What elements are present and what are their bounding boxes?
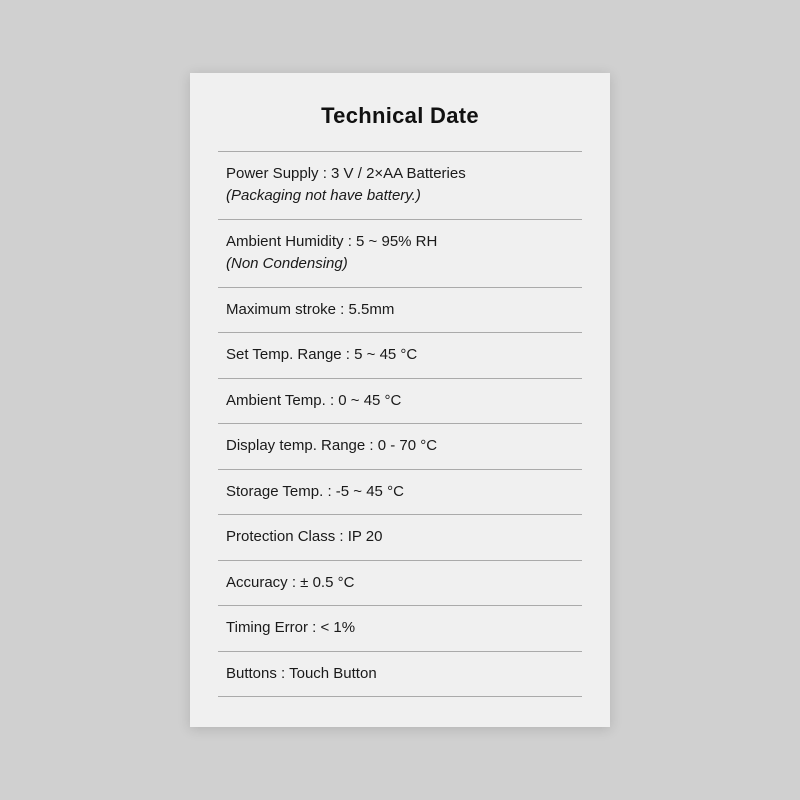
technical-date-card: Technical Date Power Supply : 3 V / 2×AA… xyxy=(190,73,610,728)
spec-cell-accuracy: Accuracy : ± 0.5 °C xyxy=(218,560,582,606)
table-row: Timing Error : < 1% xyxy=(218,606,582,652)
table-row: Buttons : Touch Button xyxy=(218,651,582,697)
table-row: Ambient Temp. : 0 ~ 45 °C xyxy=(218,378,582,424)
spec-main-text: Ambient Temp. : 0 ~ 45 °C xyxy=(226,392,401,409)
table-row: Set Temp. Range : 5 ~ 45 °C xyxy=(218,333,582,379)
spec-cell-ambient-humidity: Ambient Humidity : 5 ~ 95% RH (Non Conden… xyxy=(218,219,582,287)
spec-main-text: Power Supply : 3 V / 2×AA Batteries xyxy=(226,165,466,182)
table-row: Maximum stroke : 5.5mm xyxy=(218,287,582,333)
table-row: Display temp. Range : 0 - 70 °C xyxy=(218,424,582,470)
spec-main-text: Storage Temp. : -5 ~ 45 °C xyxy=(226,483,404,500)
spec-main-text: Maximum stroke : 5.5mm xyxy=(226,301,394,318)
spec-main-text: Ambient Humidity : 5 ~ 95% RH xyxy=(226,233,437,250)
table-row: Power Supply : 3 V / 2×AA Batteries (Pack… xyxy=(218,151,582,219)
card-title: Technical Date xyxy=(218,103,582,129)
spec-note-text: (Non Condensing) xyxy=(226,253,576,276)
spec-main-text: Display temp. Range : 0 - 70 °C xyxy=(226,437,437,454)
spec-main-text: Set Temp. Range : 5 ~ 45 °C xyxy=(226,346,417,363)
table-row: Ambient Humidity : 5 ~ 95% RH (Non Conden… xyxy=(218,219,582,287)
spec-cell-buttons: Buttons : Touch Button xyxy=(218,651,582,697)
spec-cell-protection-class: Protection Class : IP 20 xyxy=(218,515,582,561)
spec-main-text: Protection Class : IP 20 xyxy=(226,528,382,545)
table-row: Storage Temp. : -5 ~ 45 °C xyxy=(218,469,582,515)
spec-cell-ambient-temp: Ambient Temp. : 0 ~ 45 °C xyxy=(218,378,582,424)
spec-cell-storage-temp: Storage Temp. : -5 ~ 45 °C xyxy=(218,469,582,515)
spec-table: Power Supply : 3 V / 2×AA Batteries (Pack… xyxy=(218,151,582,698)
spec-cell-display-temp-range: Display temp. Range : 0 - 70 °C xyxy=(218,424,582,470)
spec-cell-maximum-stroke: Maximum stroke : 5.5mm xyxy=(218,287,582,333)
table-row: Accuracy : ± 0.5 °C xyxy=(218,560,582,606)
spec-cell-set-temp-range: Set Temp. Range : 5 ~ 45 °C xyxy=(218,333,582,379)
spec-main-text: Accuracy : ± 0.5 °C xyxy=(226,574,354,591)
spec-cell-power-supply: Power Supply : 3 V / 2×AA Batteries (Pack… xyxy=(218,151,582,219)
spec-main-text: Buttons : Touch Button xyxy=(226,665,377,682)
table-row: Protection Class : IP 20 xyxy=(218,515,582,561)
spec-note-text: (Packaging not have battery.) xyxy=(226,185,576,208)
spec-main-text: Timing Error : < 1% xyxy=(226,619,355,636)
spec-cell-timing-error: Timing Error : < 1% xyxy=(218,606,582,652)
